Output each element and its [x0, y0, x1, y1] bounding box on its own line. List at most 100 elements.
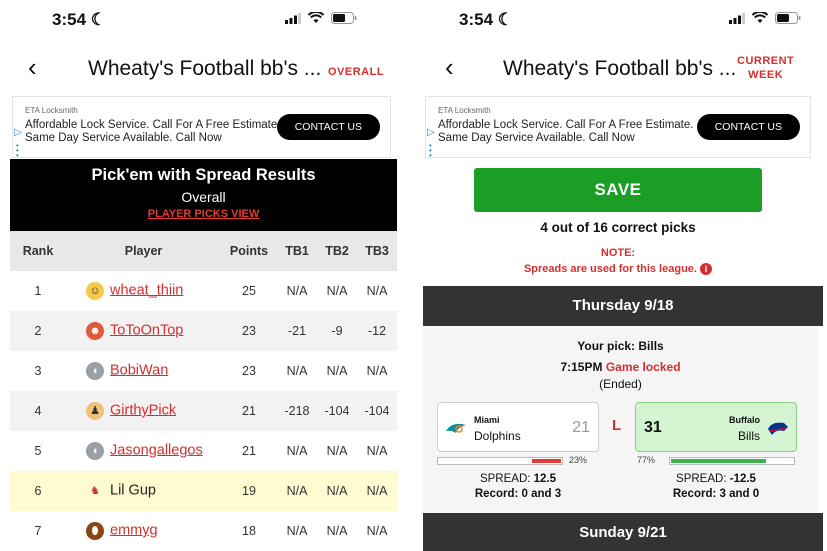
table-row-current-user: 6 ♞ Lil Gup 19 N/A N/A N/A [10, 471, 397, 511]
tb3-cell: -104 [357, 391, 397, 431]
home-record: Record: 3 and 0 [672, 488, 760, 500]
col-tb1: TB1 [277, 231, 317, 271]
contact-us-button[interactable]: CONTACT US [696, 114, 800, 140]
contact-us-button[interactable]: CONTACT US [276, 114, 380, 140]
tb2-cell: N/A [326, 524, 348, 538]
dolphin-logo-icon [446, 423, 466, 433]
points-cell: 19 [221, 471, 277, 511]
overall-standings-screen: 3:54 ☾ ‹ Wheaty's Football bb's ... OVER… [2, 0, 397, 551]
ad-banner[interactable]: ETA Locksmith Affordable Lock Service. C… [12, 96, 391, 160]
overall-link[interactable]: OVERALL [328, 65, 384, 79]
football-icon: ⬮ [86, 522, 104, 540]
battery-icon [331, 12, 357, 24]
player-name-link[interactable]: GirthyPick [110, 402, 176, 418]
nav-bar: ‹ Wheaty's Football bb's ... OVERALL [2, 48, 397, 90]
player-cell: ♞ Lil Gup [66, 471, 221, 511]
status-time: 3:54 ☾ [52, 10, 106, 30]
home-spread-value: -12.5 [729, 473, 756, 485]
ad-choices-icon[interactable]: ▷ [14, 127, 22, 138]
player-name-link[interactable]: emmyg [110, 522, 158, 538]
status-time-text: 3:54 [52, 10, 87, 29]
points-cell: 18 [242, 524, 256, 538]
back-chevron-icon[interactable]: ‹ [445, 52, 454, 83]
results-title: Pick'em with Spread Results [91, 166, 316, 184]
ad-advertiser: ETA Locksmith [25, 106, 78, 115]
wifi-icon [308, 12, 324, 23]
tb3-cell: N/A [357, 471, 397, 511]
home-pick-bar [669, 457, 795, 465]
current-week-line2[interactable]: WEEK [748, 69, 783, 81]
ad-text[interactable]: Affordable Lock Service. Call For A Free… [25, 119, 295, 145]
away-team-card[interactable]: Miami Dolphins 21 [437, 402, 599, 452]
player-cell[interactable]: ◖ Jasongallegos [66, 431, 221, 471]
home-team-score: 31 [644, 419, 662, 436]
player-cell[interactable]: ☻ ToToOnTop [66, 311, 221, 351]
col-rank: Rank [10, 231, 66, 271]
home-spread-label: SPREAD: [676, 473, 727, 485]
wifi-icon [752, 12, 768, 23]
page-title: Wheaty's Football bb's ... [503, 57, 737, 80]
away-spread-label: SPREAD: [479, 473, 531, 485]
col-points: Points [221, 231, 277, 271]
back-chevron-icon[interactable]: ‹ [28, 52, 37, 83]
note-label: NOTE: [600, 247, 636, 259]
moon-icon: ☾ [90, 10, 107, 29]
tb2-cell: N/A [326, 284, 348, 298]
day-header-sunday: Sunday 9/21 [423, 513, 823, 551]
standings-table: Rank Player Points TB1 TB2 TB3 1 ☺ wheat_… [10, 231, 397, 551]
player-name-link[interactable]: ToToOnTop [110, 322, 183, 338]
correct-picks-summary: 4 out of 16 correct picks [540, 220, 696, 235]
player-cell[interactable]: ☺ wheat_thiin [66, 271, 221, 311]
player-name: Lil Gup [110, 482, 156, 499]
tb3-cell: N/A [366, 444, 388, 458]
tb3-cell: N/A [366, 284, 388, 298]
day-header-thursday: Thursday 9/18 [423, 286, 823, 326]
save-button[interactable]: SAVE [474, 168, 762, 212]
status-bar: 3:54 ☾ [2, 0, 397, 40]
page-title: Wheaty's Football bb's ... [88, 57, 322, 80]
info-icon[interactable]: i [700, 263, 713, 276]
ad-choices-icon[interactable]: ▷ [427, 127, 435, 138]
current-week-line1[interactable]: CURRENT [737, 55, 794, 67]
tb3-cell: N/A [366, 524, 388, 538]
current-week-link[interactable]: CURRENT WEEK [737, 54, 794, 82]
player-cell[interactable]: ♟ GirthyPick [66, 391, 221, 431]
col-player: Player [66, 231, 221, 271]
player-cell[interactable]: ◖ BobiWan [66, 351, 221, 391]
rank-cell: 4 [10, 391, 66, 431]
tb1-cell: -21 [277, 311, 317, 351]
home-spread: SPREAD: -12.5 [635, 473, 797, 485]
player-name-link[interactable]: BobiWan [110, 362, 168, 378]
ad-banner[interactable]: ETA Locksmith Affordable Lock Service. C… [425, 96, 811, 160]
player-picks-view-link[interactable]: PLAYER PICKS VIEW [10, 208, 397, 220]
table-row: 3 ◖ BobiWan 23 N/A N/A N/A [10, 351, 397, 391]
game-time-status: 7:15PM Game locked [423, 360, 818, 374]
current-week-screen: 3:54 ☾ ‹ Wheaty's Football bb's ... CURR… [423, 0, 823, 551]
tb1-cell: -218 [277, 391, 317, 431]
tb1-cell: N/A [286, 524, 308, 538]
table-header-row: Rank Player Points TB1 TB2 TB3 [10, 231, 397, 271]
nav-bar: ‹ Wheaty's Football bb's ... CURRENT WEEK [423, 48, 823, 90]
ad-text[interactable]: Affordable Lock Service. Call For A Free… [438, 119, 708, 145]
player-name-link[interactable]: wheat_thiin [110, 282, 183, 298]
tb2-cell: N/A [326, 444, 348, 458]
table-row: 2 ☻ ToToOnTop 23 -21 -9 -12 [10, 311, 397, 351]
away-team-city: Miami [474, 415, 500, 425]
player-cell[interactable]: ⬮ emmyg [66, 511, 221, 551]
tb2-cell: N/A [326, 364, 348, 378]
away-pick-bar [437, 457, 563, 465]
signal-icon [285, 12, 301, 24]
ad-advertiser: ETA Locksmith [438, 106, 491, 115]
away-pick-fill [532, 459, 561, 463]
away-spread: SPREAD: 12.5 [437, 473, 599, 485]
tb1-cell: N/A [277, 471, 317, 511]
home-team-card-selected[interactable]: 31 Buffalo Bills [635, 402, 797, 452]
moon-icon: ☾ [497, 10, 514, 29]
tb1-cell: N/A [286, 364, 308, 378]
ad-dots-icon: • • • [429, 141, 432, 160]
away-spread-value: 12.5 [533, 473, 557, 485]
game-locked: Game locked [605, 360, 681, 374]
player-name-link[interactable]: Jasongallegos [110, 442, 203, 458]
status-icons [729, 12, 801, 24]
tb3-cell: -12 [357, 311, 397, 351]
